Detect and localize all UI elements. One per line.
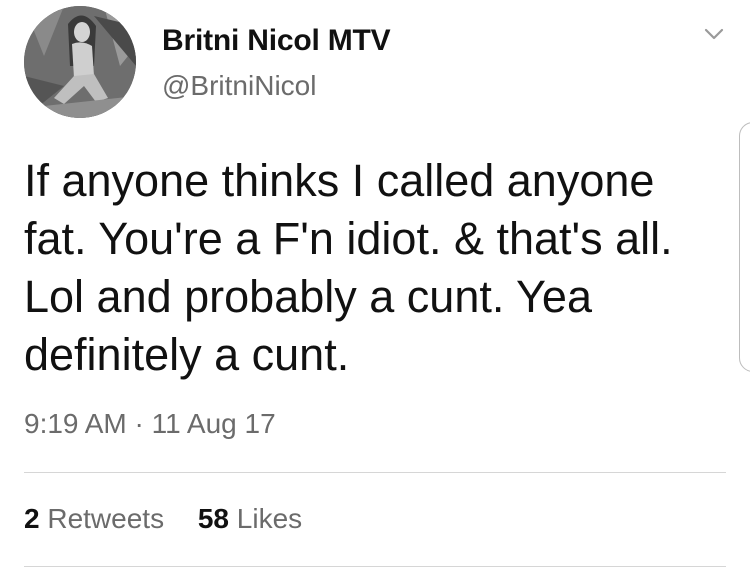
retweets-stat[interactable]: 2 Retweets — [24, 503, 164, 535]
author-name[interactable]: Britni Nicol MTV — [162, 24, 391, 58]
author-handle[interactable]: @BritniNicol — [162, 70, 316, 102]
likes-stat[interactable]: 58 Likes — [198, 503, 302, 535]
tweet-text: If anyone thinks I called anyone fat. Yo… — [24, 155, 686, 380]
divider — [24, 566, 726, 567]
avatar[interactable] — [24, 6, 136, 118]
chevron-down-icon[interactable] — [702, 22, 726, 46]
likes-label: Likes — [236, 503, 303, 534]
edge-panel-handle[interactable] — [739, 122, 750, 372]
tweet-timestamp[interactable]: 9:19 AM · 11 Aug 17 — [24, 408, 276, 440]
retweets-label: Retweets — [47, 503, 165, 534]
likes-count: 58 — [197, 503, 230, 534]
retweets-count: 2 — [24, 503, 40, 534]
tweet-stats: 2 Retweets 58 Likes — [24, 503, 328, 535]
divider — [24, 472, 726, 473]
avatar-photo — [24, 6, 136, 118]
